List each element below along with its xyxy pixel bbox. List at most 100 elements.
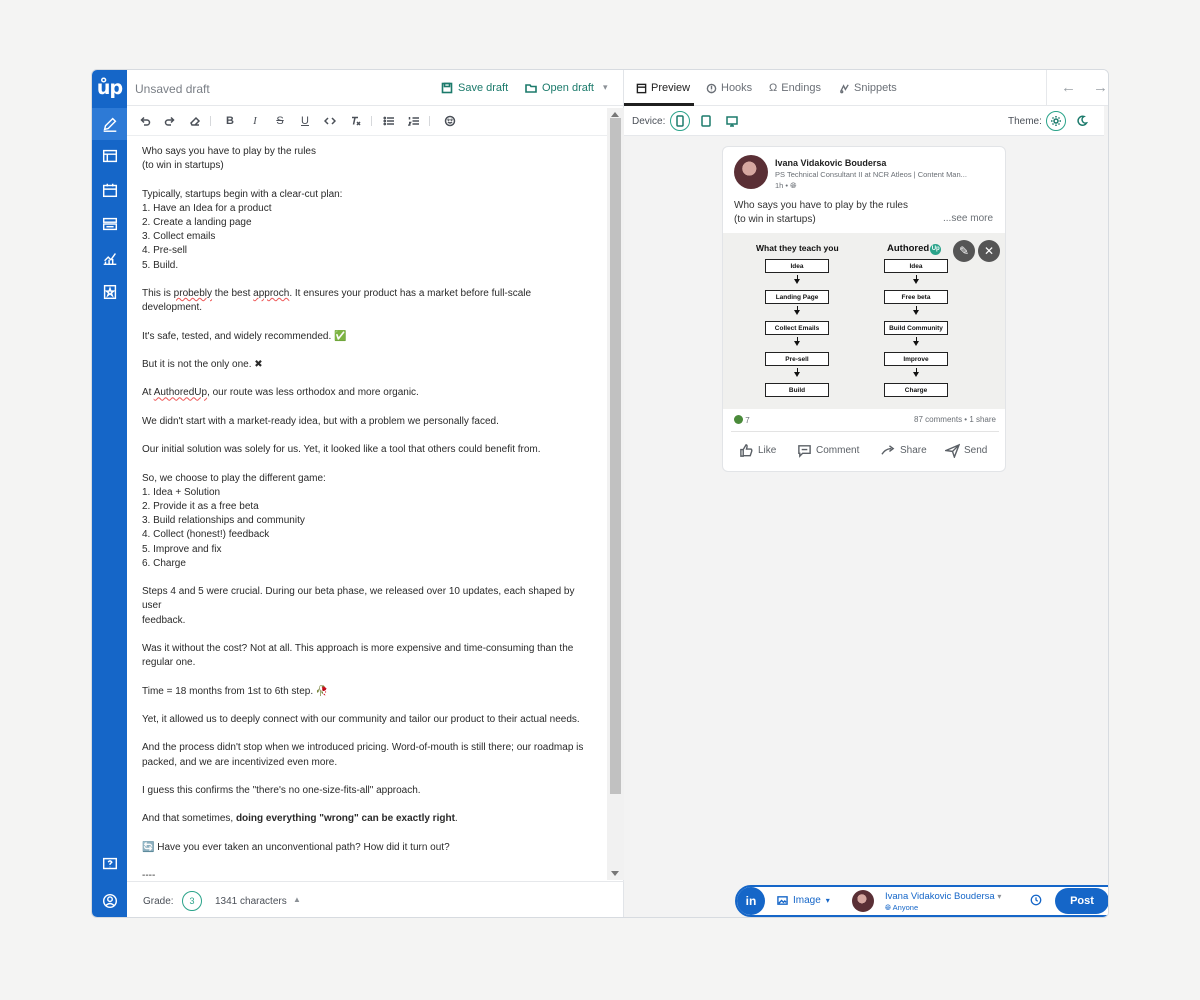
scroll-down-arrow-icon[interactable] [611,871,619,876]
post-button[interactable]: Post [1055,888,1108,914]
stats-expand-icon[interactable]: ▲ [293,895,301,904]
schedule-clock-icon[interactable] [1030,893,1044,907]
redo-icon[interactable] [163,114,177,128]
draft-title[interactable]: Unsaved draft [135,82,210,96]
audience-label: Anyone [892,903,919,912]
arrow-left-icon[interactable]: ← [1061,79,1076,96]
editor-line: 1. Idea + Solution [142,486,221,498]
edit-image-icon[interactable]: ✎ [953,240,975,262]
post-time: 1h • 🌐︎ [775,181,797,191]
undo-icon[interactable] [138,114,152,128]
analytics-nav-icon[interactable] [92,242,127,274]
profile-icon[interactable] [92,885,127,917]
saved-nav-icon[interactable] [92,276,127,308]
drafts-nav-icon[interactable] [92,140,127,172]
editor-line: Steps 4 and 5 were crucial. During our b… [142,586,575,612]
code-icon[interactable] [323,114,337,128]
editor-line: But it is not the only one. ✖ [142,358,263,370]
flow-step-box: Idea [884,259,948,273]
editor-blank-line [142,344,592,358]
clear-format-icon[interactable] [348,114,362,128]
editor-blank-line [142,401,592,415]
dark-theme-icon[interactable] [1072,111,1092,131]
send-label: Send [964,445,988,456]
editor-blank-line [142,429,592,443]
linkedin-icon[interactable]: in [737,887,765,915]
editor-scroll-thumb[interactable] [610,118,621,794]
arrow-right-icon[interactable]: → [1093,79,1108,96]
emoji-icon[interactable] [443,114,457,128]
image-icon [777,896,788,905]
comments-shares-count: 87 comments • 1 share [914,415,996,424]
media-type-dropdown[interactable]: Image ▾ [777,895,830,906]
tab-snippets-label: Snippets [854,82,897,94]
editor-blank-line [142,798,592,812]
arrow-down-icon [913,372,919,377]
editor-line: Typically, startups begin with a clear-c… [142,188,343,200]
editor-line: This is probebly the best approch. It en… [142,288,532,299]
tab-hooks[interactable]: Hooks [706,82,752,94]
tab-endings[interactable]: Ω Endings [769,82,821,94]
preview-nav: ← → [1046,70,1108,106]
account-avatar[interactable] [852,890,874,912]
tab-snippets[interactable]: Snippets [839,82,897,94]
editor-line: 2. Create a landing page [142,217,252,228]
italic-icon[interactable]: I [248,114,262,128]
flow-step-box: Idea [765,259,829,273]
underline-icon[interactable]: U [298,114,312,128]
post-text-preview: Who says you have to play by the rules (… [734,199,908,227]
editor-blank-line [142,571,592,585]
save-icon [441,82,453,94]
like-button[interactable]: Like [739,443,776,458]
bold-icon[interactable]: B [223,114,237,128]
editor-nav-icon[interactable] [92,108,127,140]
post-text-editor[interactable]: Who says you have to play by the rules (t… [127,136,607,880]
share-button[interactable]: Share [881,443,927,458]
numbered-list-icon[interactable] [407,114,421,128]
eraser-icon[interactable] [188,114,202,128]
desktop-device-icon[interactable] [722,111,742,131]
chevron-down-icon: ▾ [997,892,1002,901]
account-name[interactable]: Ivana Vidakovic Boudersa ▾ [885,891,1001,902]
comment-button[interactable]: Comment [797,443,859,458]
mobile-device-icon[interactable] [670,111,690,131]
editor-line: development. [142,302,203,314]
editor-panel: Unsaved draft Save draft Open draft ▾ B … [127,70,624,917]
editor-blank-line [142,670,592,684]
editor-blank-line [142,628,592,642]
calendar-nav-icon[interactable] [92,174,127,206]
device-bar: Device: Theme: [624,106,1104,136]
open-draft-dropdown-icon[interactable]: ▾ [603,82,608,93]
editor-blank-line [142,727,592,741]
help-icon[interactable] [92,848,127,880]
image-right-title: Authored Up [887,243,942,255]
editor-line: Time = 18 months from 1st to 6th step. 🥀 [142,685,329,697]
image-left-title: What they teach you [756,243,839,253]
character-count: 1341 characters [215,896,287,907]
open-draft-button[interactable]: Open draft [525,82,594,94]
device-label: Device: [632,116,666,127]
scroll-up-arrow-icon[interactable] [611,112,619,117]
tab-preview[interactable]: Preview [636,82,690,94]
post-text-line: (to win in startups) [734,214,816,225]
light-theme-icon[interactable] [1046,111,1066,131]
reaction-icon [734,415,743,424]
send-button[interactable]: Send [945,443,987,458]
see-more-link[interactable]: ...see more [943,213,993,224]
strikethrough-icon[interactable]: S [273,114,287,128]
tablet-device-icon[interactable] [696,111,716,131]
library-nav-icon[interactable] [92,208,127,240]
audience-selector[interactable]: 🌐︎ Anyone [885,903,918,913]
editor-scrollbar[interactable] [607,108,624,880]
app-window: ůp Unsaved draft Save draft Open draft ▾… [91,69,1109,918]
sidebar: ůp [92,70,127,917]
editor-line: I guess this confirms the "there's no on… [142,784,421,796]
app-logo[interactable]: ůp [92,70,127,106]
remove-image-icon[interactable]: ✕ [978,240,1000,262]
editor-line: ---- [142,870,156,880]
chevron-down-icon: ▾ [825,896,830,905]
bullet-list-icon[interactable] [382,114,396,128]
flow-step-box: Landing Page [765,290,829,304]
save-draft-button[interactable]: Save draft [441,82,508,94]
grade-badge[interactable]: 3 [182,891,202,911]
